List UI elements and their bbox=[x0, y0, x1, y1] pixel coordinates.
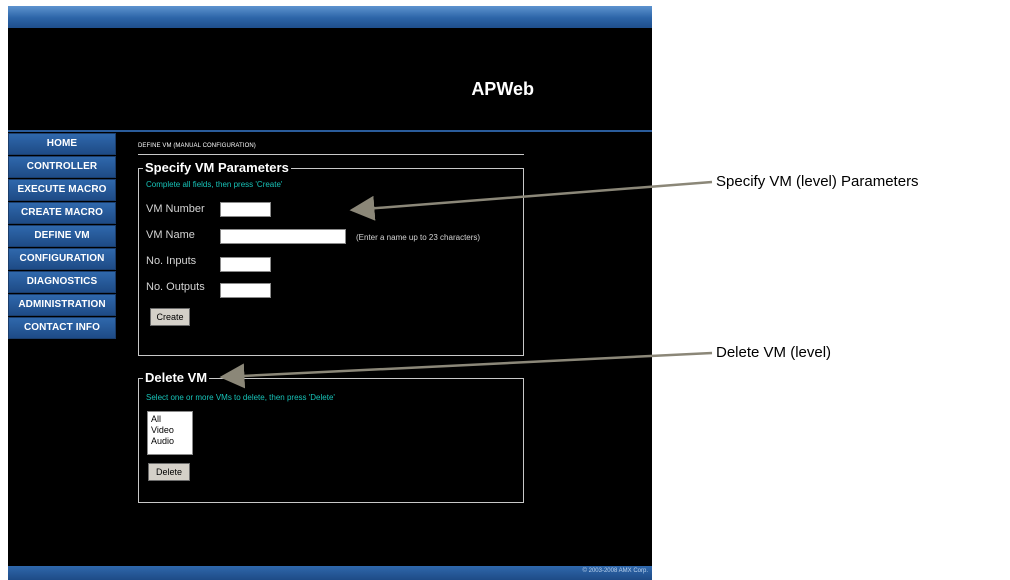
delete-vm-legend: Delete VM bbox=[143, 370, 210, 385]
sidebar-item-administration[interactable]: ADMINISTRATION bbox=[8, 294, 116, 316]
no-outputs-label: No. Outputs bbox=[146, 281, 205, 293]
vm-name-input[interactable] bbox=[220, 229, 346, 244]
sidebar-item-configuration[interactable]: CONFIGURATION bbox=[8, 248, 116, 270]
specify-vm-hint: Complete all fields, then press 'Create' bbox=[146, 180, 283, 189]
no-outputs-input[interactable] bbox=[220, 283, 271, 298]
sidebar-item-define-vm[interactable]: DEFINE VM bbox=[8, 225, 116, 247]
sidebar-item-create-macro[interactable]: CREATE MACRO bbox=[8, 202, 116, 224]
brand-title: APWeb bbox=[471, 79, 534, 99]
delete-button[interactable]: Delete bbox=[148, 463, 190, 481]
sidebar-item-controller[interactable]: CONTROLLER bbox=[8, 156, 116, 178]
sidebar-item-diagnostics[interactable]: DIAGNOSTICS bbox=[8, 271, 116, 293]
screenshot-canvas: APWeb HOME CONTROLLER EXECUTE MACRO CREA… bbox=[0, 0, 1010, 580]
specify-vm-legend: Specify VM Parameters bbox=[143, 160, 291, 175]
list-item[interactable]: Video bbox=[151, 425, 189, 436]
vm-number-label: VM Number bbox=[146, 203, 205, 215]
delete-vm-hint: Select one or more VMs to delete, then p… bbox=[146, 393, 335, 402]
footer-bar: © 2003-2008 AMX Corp. bbox=[8, 566, 652, 580]
apweb-window: APWeb HOME CONTROLLER EXECUTE MACRO CREA… bbox=[8, 6, 652, 580]
copyright-text: © 2003-2008 AMX Corp. bbox=[582, 568, 648, 574]
no-inputs-label: No. Inputs bbox=[146, 255, 197, 267]
list-item[interactable]: All bbox=[151, 414, 189, 425]
header-divider bbox=[8, 130, 652, 132]
sidebar-item-home[interactable]: HOME bbox=[8, 133, 116, 155]
page-title: DEFINE VM (MANUAL CONFIGURATION) bbox=[138, 143, 256, 149]
sidebar-item-contact-info[interactable]: CONTACT INFO bbox=[8, 317, 116, 339]
top-banner bbox=[8, 6, 652, 28]
specify-vm-fieldset: Specify VM Parameters Complete all field… bbox=[138, 160, 524, 356]
no-inputs-input[interactable] bbox=[220, 257, 271, 272]
vm-select-list[interactable]: All Video Audio bbox=[147, 411, 193, 455]
sidebar-nav: HOME CONTROLLER EXECUTE MACRO CREATE MAC… bbox=[8, 133, 116, 340]
sidebar-item-execute-macro[interactable]: EXECUTE MACRO bbox=[8, 179, 116, 201]
list-item[interactable]: Audio bbox=[151, 436, 189, 447]
create-button[interactable]: Create bbox=[150, 308, 190, 326]
title-divider bbox=[138, 154, 524, 155]
delete-vm-fieldset: Delete VM Select one or more VMs to dele… bbox=[138, 370, 524, 503]
vm-number-input[interactable] bbox=[220, 202, 271, 217]
delete-callout-label: Delete VM (level) bbox=[716, 344, 832, 361]
vm-name-label: VM Name bbox=[146, 229, 195, 241]
vm-name-help: (Enter a name up to 23 characters) bbox=[356, 233, 481, 242]
specify-callout-label: Specify VM (level) Parameters bbox=[716, 173, 919, 190]
